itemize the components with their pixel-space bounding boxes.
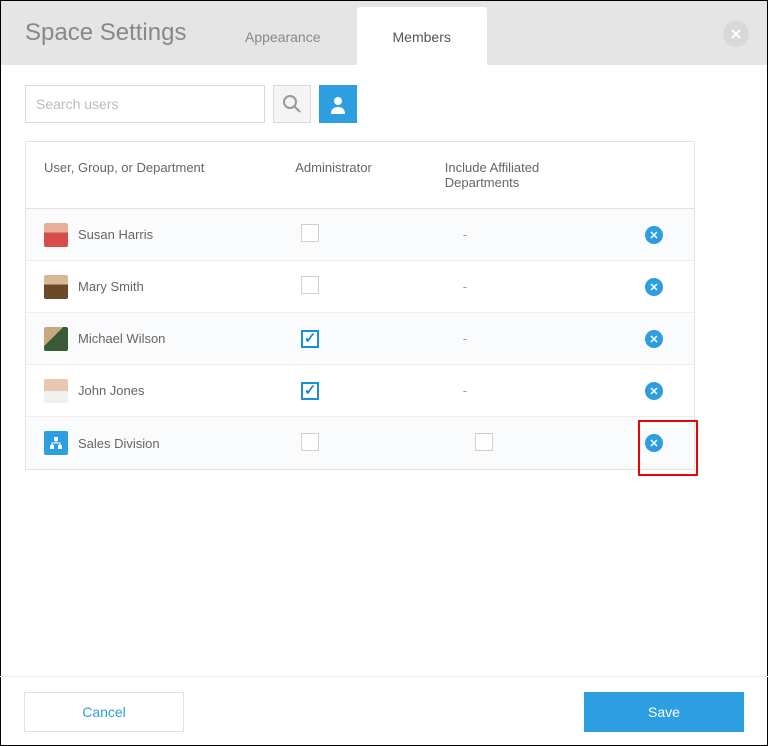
close-icon [650,283,658,291]
avatar [44,275,68,299]
search-row [25,85,743,123]
close-icon [650,439,658,447]
user-cell: Michael Wilson [26,327,295,351]
admin-checkbox[interactable] [301,276,319,294]
admin-checkbox[interactable]: ✓ [301,382,319,400]
table-row: Sales Division [26,417,694,469]
add-user-button[interactable] [319,85,357,123]
admin-cell [295,224,445,245]
tab-members[interactable]: Members [357,7,487,65]
avatar [44,379,68,403]
close-icon [650,231,658,239]
member-name: Mary Smith [78,279,144,294]
header-admin: Administrator [295,160,445,190]
admin-checkbox[interactable] [301,224,319,242]
header-user: User, Group, or Department [26,160,295,190]
search-icon [282,94,302,114]
remove-cell [614,330,694,348]
admin-cell: ✓ [295,382,445,400]
table-row: Mary Smith - [26,261,694,313]
member-name: Sales Division [78,436,160,451]
search-button[interactable] [273,85,311,123]
dept-cell: - [445,331,615,346]
avatar [44,223,68,247]
admin-cell [295,433,445,454]
close-icon [650,387,658,395]
member-name: Susan Harris [78,227,153,242]
tab-appearance[interactable]: Appearance [209,7,357,65]
user-cell: Sales Division [26,431,295,455]
header-dept: Include Affiliated Departments [445,160,614,190]
table-row: John Jones ✓ - [26,365,694,417]
footer: Cancel Save [0,676,768,746]
header-bar: Space Settings Appearance Members [1,1,767,65]
table-header: User, Group, or Department Administrator… [26,142,694,209]
content-area: User, Group, or Department Administrator… [1,65,767,490]
user-cell: John Jones [26,379,295,403]
table-row: Michael Wilson ✓ - [26,313,694,365]
member-name: Michael Wilson [78,331,165,346]
dept-cell: - [445,383,615,398]
remove-button[interactable] [645,330,663,348]
org-icon [44,431,68,455]
dept-cell: - [445,279,615,294]
remove-cell [614,382,694,400]
user-cell: Susan Harris [26,223,295,247]
remove-button[interactable] [645,226,663,244]
cancel-button[interactable]: Cancel [24,692,184,732]
save-button[interactable]: Save [584,692,744,732]
avatar [44,327,68,351]
member-name: John Jones [78,383,145,398]
header-remove [614,160,694,190]
page-title: Space Settings [25,19,186,47]
close-button[interactable] [723,21,749,47]
dept-checkbox[interactable] [475,433,493,451]
remove-cell [614,434,694,452]
admin-cell [295,276,445,297]
dept-cell: - [445,227,615,242]
remove-cell [614,278,694,296]
close-icon [731,29,741,39]
search-input[interactable] [25,85,265,123]
members-table: User, Group, or Department Administrator… [25,141,695,470]
close-icon [650,335,658,343]
table-row: Susan Harris - [26,209,694,261]
user-icon [328,94,348,114]
remove-button[interactable] [645,434,663,452]
remove-cell [614,226,694,244]
admin-cell: ✓ [295,330,445,348]
remove-button[interactable] [645,278,663,296]
checkmark-icon: ✓ [304,383,317,398]
remove-button[interactable] [645,382,663,400]
admin-checkbox[interactable]: ✓ [301,330,319,348]
dept-cell [445,433,615,454]
tabs: Appearance Members [209,7,487,65]
user-cell: Mary Smith [26,275,295,299]
checkmark-icon: ✓ [304,331,317,346]
admin-checkbox[interactable] [301,433,319,451]
